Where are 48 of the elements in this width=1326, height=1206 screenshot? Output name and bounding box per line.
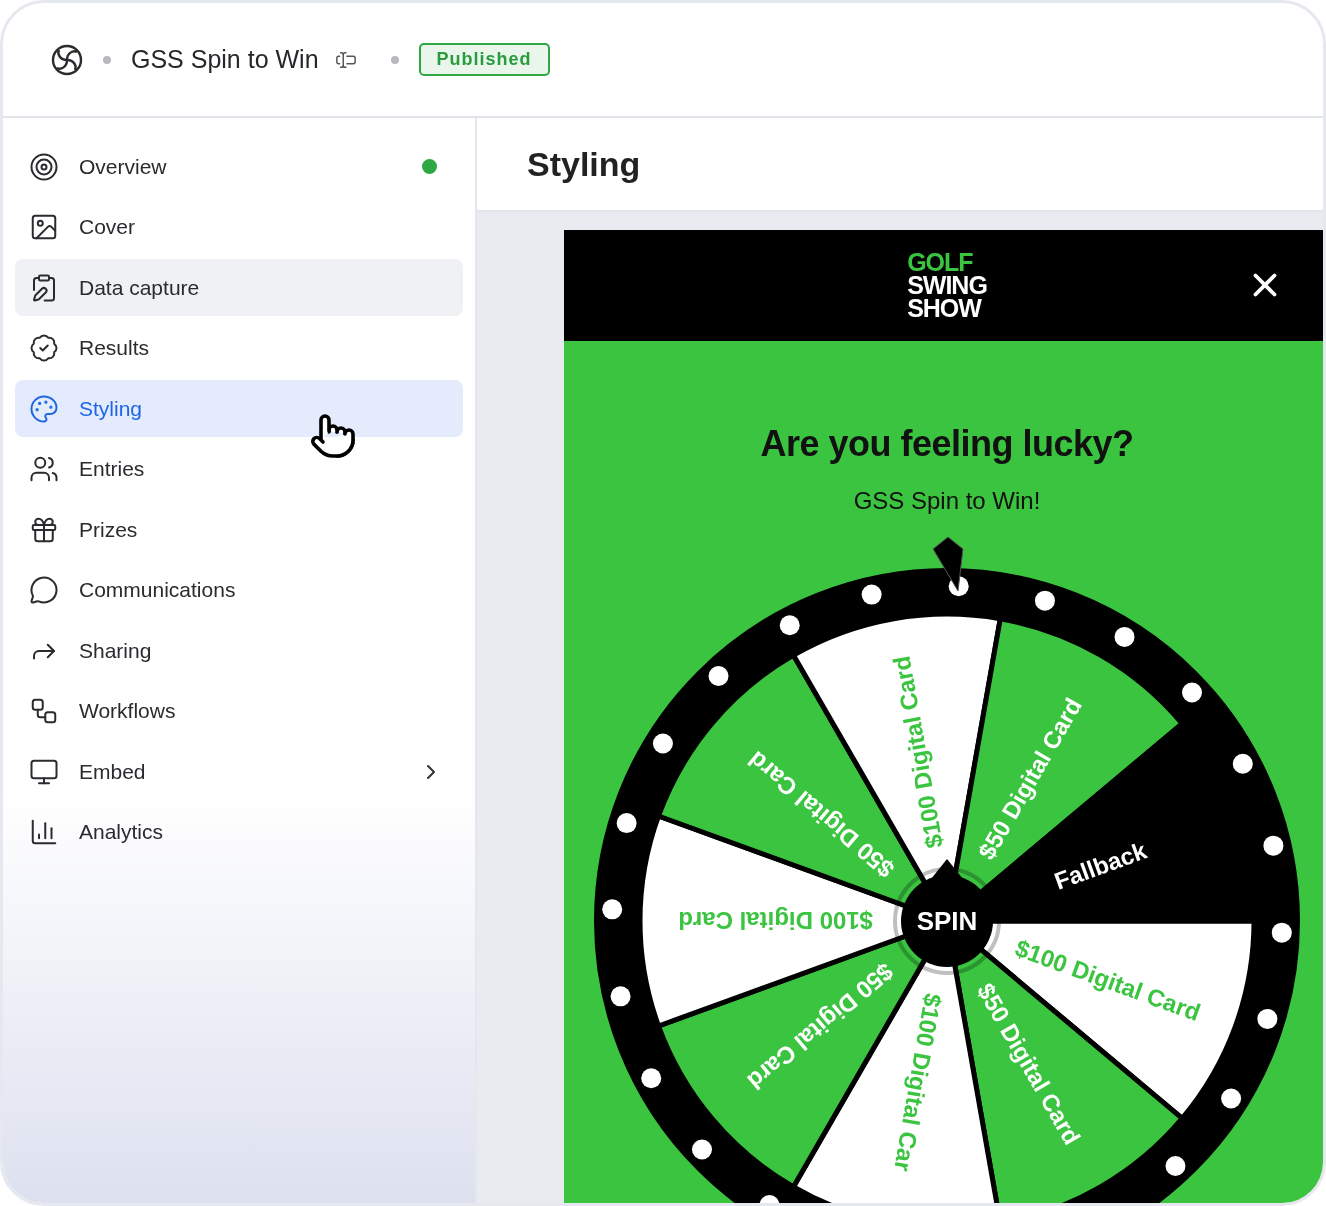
sidebar-item[interactable]: Cover	[15, 198, 463, 256]
sidebar-item[interactable]: Overview	[15, 138, 463, 195]
pointer-icon	[932, 536, 964, 592]
sidebar-label: Cover	[79, 215, 137, 239]
project-title: GSS Spin to Win	[131, 45, 319, 74]
sidebar-label: Styling	[79, 396, 144, 421]
preview-heading: Are you feeling lucky?	[760, 423, 1134, 465]
sidebar-label: Sharing	[79, 638, 153, 663]
sidebar-item[interactable]: Styling	[15, 380, 463, 437]
page-title: Styling	[527, 144, 641, 184]
logo-text: GOLF	[907, 251, 973, 274]
sidebar-label: Entries	[79, 457, 146, 481]
sidebar-item[interactable]: Embed	[15, 743, 463, 800]
sidebar-label: Results	[79, 336, 151, 360]
sidebar-label: Analytics	[79, 820, 165, 844]
status-badge: Published	[418, 43, 550, 76]
sidebar-label: Embed	[79, 759, 147, 784]
sidebar-item[interactable]: Workflows	[15, 682, 463, 740]
users-icon	[29, 454, 59, 484]
bar-chart-icon	[29, 817, 59, 847]
chat-bubble-icon	[29, 575, 59, 605]
logo-icon	[51, 43, 83, 76]
preview-subheading: GSS Spin to Win!	[853, 487, 1041, 515]
logo-text: SWING	[907, 274, 987, 297]
separator-dot	[103, 55, 111, 64]
badge-check-icon	[29, 333, 59, 363]
target-icon	[29, 151, 59, 182]
hand-cursor-icon	[309, 412, 357, 460]
sidebar-item[interactable]: Analytics	[15, 803, 463, 861]
sidebar-item[interactable]: Communications	[15, 561, 463, 619]
sidebar-label: Data capture	[79, 275, 201, 300]
logo-text: SHOW	[907, 297, 981, 320]
sidebar-item[interactable]: Results	[15, 319, 463, 377]
sidebar-item[interactable]: Data capture	[15, 259, 463, 316]
workflow-icon	[29, 696, 59, 726]
sidebar-label: Workflows	[79, 699, 177, 723]
palette-icon	[29, 393, 59, 424]
sidebar-label: Communications	[79, 578, 237, 602]
image-icon	[29, 212, 59, 242]
sidebar-label: Overview	[79, 154, 168, 179]
separator-dot	[390, 55, 399, 64]
segment-label: $100 Digital Car	[889, 991, 947, 1174]
sidebar-item[interactable]: Sharing	[15, 622, 463, 679]
sidebar-label: Prizes	[79, 517, 139, 542]
sidebar-item[interactable]: Prizes	[15, 501, 463, 558]
segment-label: $100 Digital Card	[887, 653, 948, 851]
sidebar-item[interactable]: Entries	[15, 440, 463, 498]
segment-label: $100 Digital Card	[678, 907, 873, 934]
